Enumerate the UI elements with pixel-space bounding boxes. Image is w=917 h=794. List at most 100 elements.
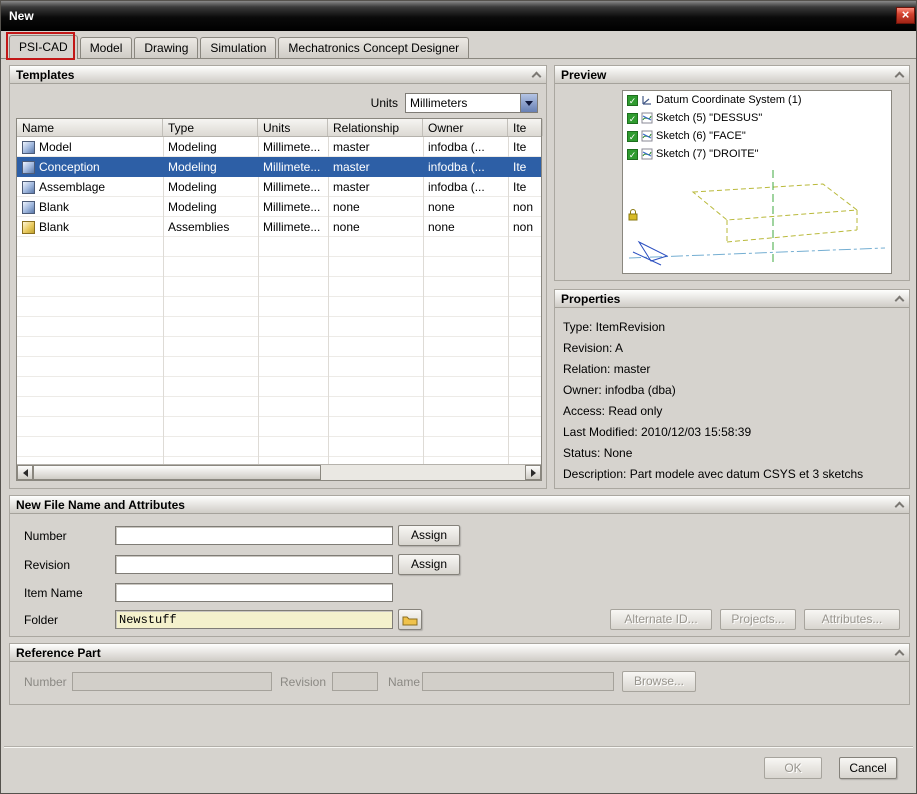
- collapse-chevron-icon[interactable]: [532, 71, 542, 81]
- button-label: Attributes...: [822, 612, 883, 626]
- chevron-down-icon: [525, 101, 533, 106]
- tab-simulation[interactable]: Simulation: [200, 37, 276, 58]
- units-dropdown[interactable]: Millimeters: [405, 93, 538, 113]
- number-input[interactable]: [115, 526, 393, 545]
- cell-item: Ite: [508, 160, 541, 174]
- template-part-icon: [22, 201, 35, 214]
- cell-units: Millimete...: [258, 220, 328, 234]
- cell-units: Millimete...: [258, 160, 328, 174]
- horizontal-scrollbar: [17, 464, 541, 480]
- property-line: Description: Part modele avec datum CSYS…: [563, 464, 905, 485]
- column-header-type[interactable]: Type: [163, 119, 258, 136]
- tab-model[interactable]: Model: [80, 37, 133, 58]
- tab-drawing[interactable]: Drawing: [134, 37, 198, 58]
- ref-name-input[interactable]: [422, 672, 614, 691]
- arrow-left-icon: [23, 469, 28, 477]
- ref-number-input[interactable]: [72, 672, 272, 691]
- browse-button[interactable]: Browse...: [622, 671, 696, 692]
- button-label: Assign: [411, 528, 447, 542]
- number-label: Number: [24, 526, 67, 546]
- button-label: Browse...: [634, 674, 684, 688]
- assign-number-button[interactable]: Assign: [398, 525, 460, 546]
- collapse-chevron-icon[interactable]: [895, 501, 905, 511]
- close-icon: ×: [902, 7, 910, 22]
- preview-tree-item: ✓ Datum Coordinate System (1): [623, 91, 891, 109]
- dropdown-button[interactable]: [520, 94, 537, 112]
- title-bar: New: [1, 1, 916, 31]
- column-header-owner[interactable]: Owner: [423, 119, 508, 136]
- table-row-model[interactable]: Model Modeling Millimete... master infod…: [17, 137, 541, 157]
- preview-tree-item: ✓ Sketch (7) "DROITE": [623, 145, 891, 163]
- column-header-relationship[interactable]: Relationship: [328, 119, 423, 136]
- cell-units: Millimete...: [258, 200, 328, 214]
- folder-browse-button[interactable]: [398, 609, 422, 630]
- cancel-button[interactable]: Cancel: [839, 757, 897, 779]
- reference-part-group: Reference Part Number Revision Name Brow…: [9, 643, 910, 705]
- cell-relationship: master: [328, 160, 423, 174]
- assign-revision-button[interactable]: Assign: [398, 554, 460, 575]
- column-header-item[interactable]: Ite: [508, 119, 543, 136]
- cell-relationship: none: [328, 220, 423, 234]
- ref-name-label: Name: [388, 672, 420, 692]
- cell-item: non: [508, 200, 541, 214]
- property-line: Revision: A: [563, 338, 905, 359]
- cell-item: non: [508, 220, 541, 234]
- property-line: Relation: master: [563, 359, 905, 380]
- datum-csys-icon: [641, 94, 653, 106]
- reference-part-header[interactable]: Reference Part: [10, 644, 909, 662]
- new-dialog: New × PSI-CAD Model Drawing Simulation M…: [0, 0, 917, 794]
- table-row-blank-modeling[interactable]: Blank Modeling Millimete... none none no…: [17, 197, 541, 217]
- scrollbar-track[interactable]: [33, 465, 525, 480]
- tree-label: Datum Coordinate System (1): [656, 94, 802, 106]
- ok-button[interactable]: OK: [764, 757, 822, 779]
- preview-image: ✓ Datum Coordinate System (1) ✓ Sketch (…: [622, 90, 892, 274]
- column-header-label: Type: [168, 121, 194, 135]
- table-row-conception-selected[interactable]: Conception Modeling Millimete... master …: [17, 157, 541, 177]
- projects-button[interactable]: Projects...: [720, 609, 796, 630]
- tab-mechatronics-concept-designer[interactable]: Mechatronics Concept Designer: [278, 37, 469, 58]
- collapse-chevron-icon[interactable]: [895, 295, 905, 305]
- folder-input[interactable]: [115, 610, 393, 629]
- revision-input[interactable]: [115, 555, 393, 574]
- scroll-right-button[interactable]: [525, 465, 541, 480]
- templates-header[interactable]: Templates: [10, 66, 546, 84]
- preview-header[interactable]: Preview: [555, 66, 909, 84]
- new-file-header[interactable]: New File Name and Attributes: [10, 496, 909, 514]
- tree-label: Sketch (5) "DESSUS": [656, 112, 762, 124]
- item-name-input[interactable]: [115, 583, 393, 602]
- button-label: Projects...: [731, 612, 784, 626]
- cell-type: Modeling: [163, 140, 258, 154]
- collapse-chevron-icon[interactable]: [895, 71, 905, 81]
- cell-name: Assemblage: [39, 180, 105, 194]
- button-label: Alternate ID...: [624, 612, 697, 626]
- cell-units: Millimete...: [258, 140, 328, 154]
- column-header-name[interactable]: Name: [17, 119, 163, 136]
- cell-type: Modeling: [163, 180, 258, 194]
- properties-header[interactable]: Properties: [555, 290, 909, 308]
- cell-name: Conception: [39, 160, 100, 174]
- template-part-icon: [22, 161, 35, 174]
- ref-revision-input[interactable]: [332, 672, 378, 691]
- property-line: Owner: infodba (dba): [563, 380, 905, 401]
- arrow-right-icon: [531, 469, 536, 477]
- table-row-assemblage[interactable]: Assemblage Modeling Millimete... master …: [17, 177, 541, 197]
- tab-psi-cad[interactable]: PSI-CAD: [9, 35, 78, 59]
- properties-title: Properties: [561, 292, 620, 306]
- table-header-row: Name Type Units Relationship Owner Ite: [17, 119, 541, 137]
- collapse-chevron-icon[interactable]: [895, 649, 905, 659]
- column-header-units[interactable]: Units: [258, 119, 328, 136]
- cell-item: Ite: [508, 140, 541, 154]
- preview-tree-item: ✓ Sketch (6) "FACE": [623, 127, 891, 145]
- sketch-icon: [641, 112, 653, 124]
- scroll-left-button[interactable]: [17, 465, 33, 480]
- sketch-icon: [641, 148, 653, 160]
- attributes-button[interactable]: Attributes...: [804, 609, 900, 630]
- column-header-label: Relationship: [333, 121, 399, 135]
- table-row-blank-assemblies[interactable]: Blank Assemblies Millimete... none none …: [17, 217, 541, 237]
- scrollbar-thumb[interactable]: [33, 465, 321, 480]
- alternate-id-button[interactable]: Alternate ID...: [610, 609, 712, 630]
- close-button[interactable]: ×: [896, 7, 915, 24]
- window-title: New: [9, 9, 34, 23]
- checkbox-checked-icon: ✓: [627, 95, 638, 106]
- checkbox-checked-icon: ✓: [627, 131, 638, 142]
